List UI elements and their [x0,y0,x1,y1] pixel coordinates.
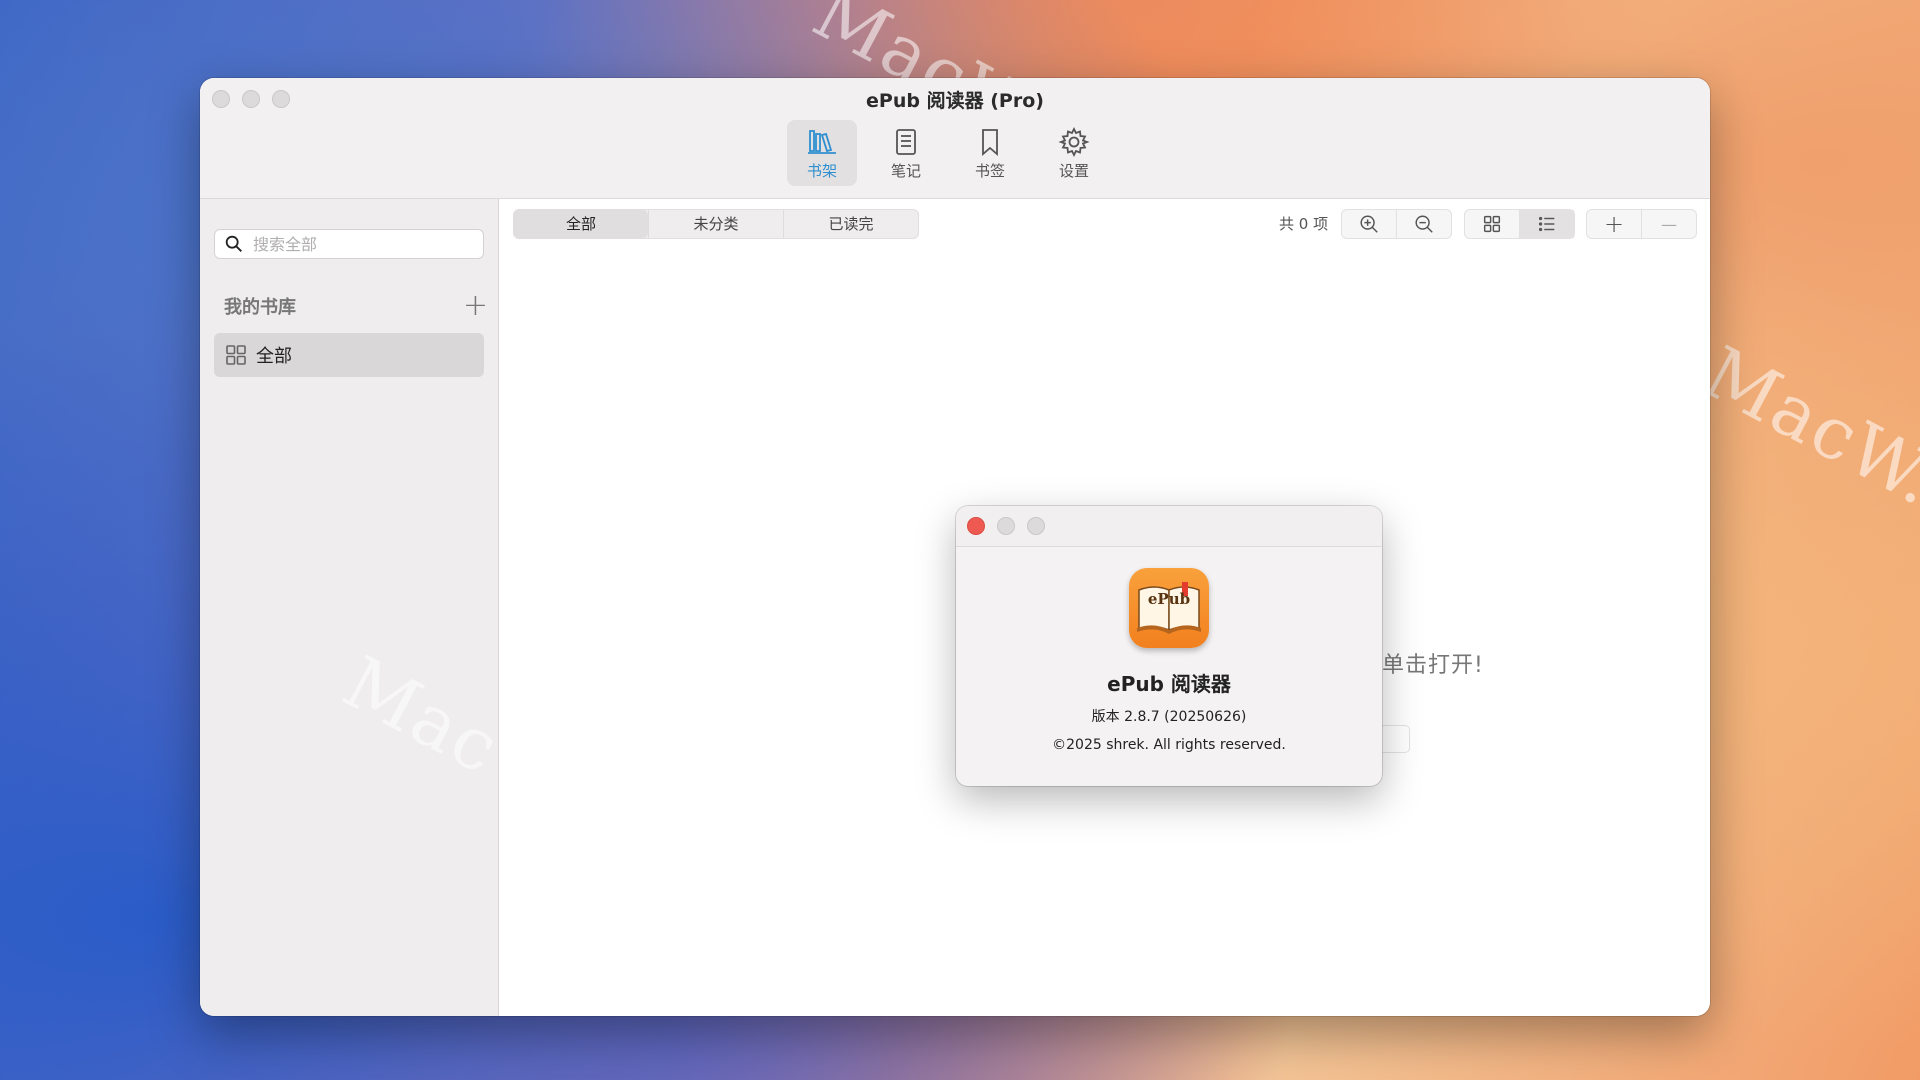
add-book-button[interactable]: + [1587,210,1641,238]
grid-view-icon [1483,215,1501,233]
gear-icon [1058,126,1090,157]
remove-label: — [1661,214,1677,234]
about-app-name: ePub 阅读器 [1107,672,1231,696]
library-header: 我的书库 + [224,291,488,321]
about-minimize-button[interactable] [997,517,1015,535]
bookshelf-icon [808,129,836,154]
toolbar-label: 笔记 [890,161,921,180]
list-view-button[interactable] [1519,210,1574,238]
bookmark-icon [982,128,998,156]
search-input[interactable] [251,233,475,255]
zoom-out-icon [1415,215,1433,233]
about-window-controls [967,517,1045,535]
toolbar-bookmarks[interactable]: 书签 [955,120,1025,186]
open-book-icon: ePub [1137,582,1201,634]
app-window: ePub 阅读器 (Pro) 书架 笔记 书签 设置 搜索全部 我的书库 + 全… [200,78,1710,1016]
zoom-controls [1341,209,1452,239]
search-icon [225,235,242,252]
add-library-button[interactable]: + [463,291,488,321]
toolbar-bookshelf[interactable]: 书架 [787,120,857,186]
toolbar-label: 设置 [1058,161,1089,180]
view-mode-controls [1464,209,1575,239]
filter-all[interactable]: 全部 [514,210,648,238]
sidebar-item-all[interactable]: 全部 [214,333,484,377]
open-file-button[interactable] [1379,725,1410,753]
about-copyright: ©2025 shrek. All rights reserved. [1052,737,1286,753]
sidebar: 我的书库 + 全部 [200,199,499,1016]
remove-book-button[interactable]: — [1641,210,1696,238]
zoom-in-button[interactable] [1342,210,1396,238]
about-close-button[interactable] [967,517,985,535]
toolbar-label: 书签 [974,161,1005,180]
toolbar-settings[interactable]: 设置 [1039,120,1109,186]
filter-finished[interactable]: 已读完 [783,210,918,238]
zoom-in-icon [1360,215,1378,233]
library-title: 我的书库 [224,297,296,318]
about-version: 版本 2.8.7 (20250626) [1091,709,1247,725]
search-box[interactable] [214,229,484,259]
filter-segmented-control: 全部 未分类 已读完 [513,209,919,239]
titlebar: ePub 阅读器 (Pro) 书架 笔记 书签 设置 [200,78,1710,199]
filter-uncategorized[interactable]: 未分类 [648,210,783,238]
about-zoom-button[interactable] [1027,517,1045,535]
list-view-icon [1538,216,1555,232]
desktop-background: MacW.com MacW.c ePub 阅读器 (Pro) 书架 [0,0,1920,1080]
zoom-out-button[interactable] [1396,210,1451,238]
main-toolbar: 书架 笔记 书签 设置 [787,120,1109,186]
sidebar-item-label: 全部 [256,346,292,367]
icon-text: ePub [1148,590,1190,608]
epub-app-icon: ePub [1129,568,1209,648]
notes-icon [896,128,916,155]
watermark-right: MacW.c [1690,330,1920,543]
grid-view-button[interactable] [1465,210,1519,238]
add-remove-controls: + — [1586,209,1697,239]
toolbar-notes[interactable]: 笔记 [871,120,941,186]
toolbar-label: 书架 [806,161,837,180]
item-count: 共 0 项 [1279,215,1329,233]
window-title: ePub 阅读器 (Pro) [866,90,1044,112]
about-titlebar [956,506,1382,547]
grid-icon [226,345,246,365]
about-dialog: ePub ePub 阅读器 版本 2.8.7 (20250626) ©2025 … [956,506,1382,786]
add-label: + [1603,210,1625,238]
